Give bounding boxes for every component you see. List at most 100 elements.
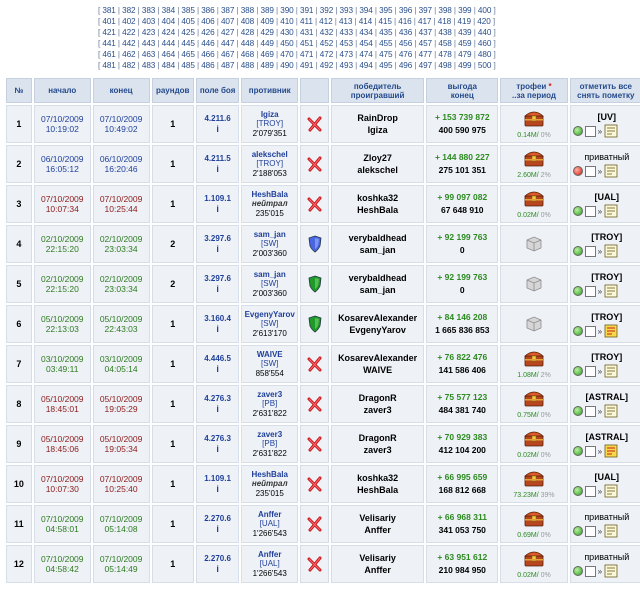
page-link[interactable]: 479 [458, 50, 471, 59]
loser-name[interactable]: Anffer [364, 565, 391, 575]
col-header-mark[interactable]: отметить все снять пометку [569, 78, 640, 103]
page-link[interactable]: 454 [359, 39, 372, 48]
page-link[interactable]: 419 [458, 17, 471, 26]
page-link[interactable]: 426 [201, 28, 214, 37]
status-dot-icon[interactable] [572, 486, 583, 496]
page-link[interactable]: 467 [221, 50, 234, 59]
page-link[interactable]: 464 [162, 50, 175, 59]
page-link[interactable]: 471 [300, 50, 313, 59]
page-link[interactable]: 469 [260, 50, 273, 59]
page-link[interactable]: 398 [438, 6, 451, 15]
info-icon[interactable]: i [216, 124, 219, 134]
loser-name[interactable]: alekschel [357, 165, 398, 175]
opponent-name[interactable]: Anffer [258, 550, 282, 559]
page-link[interactable]: 397 [419, 6, 432, 15]
mark-checkbox[interactable] [584, 205, 596, 217]
page-link[interactable]: 430 [280, 28, 293, 37]
winner-name[interactable]: DragonR [359, 393, 397, 403]
page-link[interactable]: 407 [221, 17, 234, 26]
page-link[interactable]: 486 [201, 61, 214, 70]
opponent-clan[interactable]: [UAL] [260, 519, 280, 528]
note-icon[interactable] [604, 204, 618, 218]
page-link[interactable]: 421 [102, 28, 115, 37]
page-link[interactable]: 452 [320, 39, 333, 48]
page-link[interactable]: 484 [162, 61, 175, 70]
page-link[interactable]: 431 [300, 28, 313, 37]
page-link[interactable]: 447 [221, 39, 234, 48]
note-icon[interactable] [604, 324, 618, 338]
field-coords[interactable]: 3.160.4 [204, 314, 231, 323]
page-link[interactable]: 453 [340, 39, 353, 48]
page-link[interactable]: 441 [102, 39, 115, 48]
status-dot-icon[interactable] [572, 246, 583, 256]
winner-name[interactable]: koshka32 [357, 473, 398, 483]
winner-name[interactable]: Zloy27 [363, 153, 392, 163]
mark-checkbox[interactable] [584, 325, 596, 337]
battlefield[interactable]: 3.297.6 i [195, 225, 240, 263]
opponent-clan[interactable]: [UAL] [260, 559, 280, 568]
opponent-name[interactable]: Igiza [261, 110, 279, 119]
winner-name[interactable]: KosarevAlexander [338, 353, 417, 363]
page-link[interactable]: 451 [300, 39, 313, 48]
page-link[interactable]: 499 [458, 61, 471, 70]
opponent-clan[interactable]: [PB] [262, 439, 277, 448]
note-icon[interactable] [604, 524, 618, 538]
opponent-name[interactable]: EvgenyYarov [245, 310, 295, 319]
loser-name[interactable]: EvgenyYarov [349, 325, 406, 335]
winner-name[interactable]: KosarevAlexander [338, 313, 417, 323]
page-link[interactable]: 474 [359, 50, 372, 59]
page-link[interactable]: 496 [399, 61, 412, 70]
page-link[interactable]: 462 [122, 50, 135, 59]
battlefield[interactable]: 2.270.6 i [195, 505, 240, 543]
page-link[interactable]: 491 [300, 61, 313, 70]
col-header-start[interactable]: начало [33, 78, 91, 103]
opponent-name[interactable]: zaver3 [257, 430, 282, 439]
loser-name[interactable]: WAIVE [363, 365, 392, 375]
col-header-end[interactable]: конец [92, 78, 150, 103]
opponent-clan[interactable]: [SW] [261, 319, 278, 328]
page-link[interactable]: 481 [102, 61, 115, 70]
battlefield[interactable]: 4.276.3 i [195, 385, 240, 423]
page-link[interactable]: 401 [102, 17, 115, 26]
mark-checkbox[interactable] [584, 485, 596, 497]
page-link[interactable]: 416 [398, 17, 411, 26]
page-link[interactable]: 413 [339, 17, 352, 26]
page-link[interactable]: 500 [478, 61, 491, 70]
opponent-name[interactable]: HeshBala [251, 470, 287, 479]
field-coords[interactable]: 1.109.1 [204, 474, 231, 483]
page-link[interactable]: 456 [399, 39, 412, 48]
page-link[interactable]: 389 [260, 6, 273, 15]
info-icon[interactable]: i [216, 564, 219, 574]
page-link[interactable]: 435 [379, 28, 392, 37]
info-icon[interactable]: i [216, 284, 219, 294]
col-header-rounds[interactable]: раундов [151, 78, 194, 103]
mark-checkbox[interactable] [584, 565, 596, 577]
page-link[interactable]: 466 [201, 50, 214, 59]
page-link[interactable]: 477 [419, 50, 432, 59]
page-link[interactable]: 402 [122, 17, 135, 26]
winner-name[interactable]: DragonR [359, 433, 397, 443]
page-link[interactable]: 448 [241, 39, 254, 48]
status-dot-icon[interactable] [572, 406, 583, 416]
field-coords[interactable]: 4.276.3 [204, 434, 231, 443]
status-dot-icon[interactable] [572, 166, 583, 176]
field-coords[interactable]: 2.270.6 [204, 554, 231, 563]
page-link[interactable]: 478 [438, 50, 451, 59]
page-link[interactable]: 423 [142, 28, 155, 37]
page-link[interactable]: 420 [477, 17, 490, 26]
note-icon[interactable] [604, 164, 618, 178]
opponent-clan[interactable]: [TROY] [256, 119, 283, 128]
field-coords[interactable]: 4.211.5 [204, 154, 230, 163]
page-link[interactable]: 459 [458, 39, 471, 48]
page-link[interactable]: 406 [201, 17, 214, 26]
loser-name[interactable]: sam_jan [360, 285, 396, 295]
note-icon[interactable] [604, 244, 618, 258]
loser-name[interactable]: Igiza [368, 125, 388, 135]
page-link[interactable]: 393 [340, 6, 353, 15]
info-icon[interactable]: i [216, 404, 219, 414]
page-link[interactable]: 403 [142, 17, 155, 26]
info-icon[interactable]: i [216, 364, 219, 374]
page-link[interactable]: 382 [122, 6, 135, 15]
page-link[interactable]: 455 [379, 39, 392, 48]
page-link[interactable]: 457 [419, 39, 432, 48]
